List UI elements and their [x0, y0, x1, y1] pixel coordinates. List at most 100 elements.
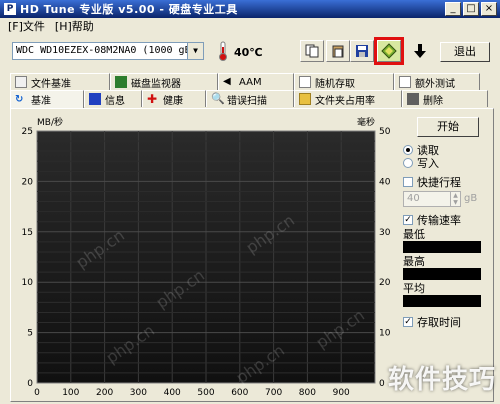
drive-select[interactable]: WDC WD10EZEX-08M2NA0 (1000 gB) ▼ [12, 42, 204, 60]
menu-bar: [F]文件 [H]帮助 [0, 18, 500, 34]
access-time-label: 存取时间 [417, 315, 461, 329]
tab-extra-tests[interactable]: 额外测试 [394, 73, 480, 90]
app-icon: P [4, 3, 16, 15]
copy-icon [305, 44, 319, 58]
download-icon [414, 44, 426, 58]
x-axis-tick: 200 [96, 388, 113, 398]
maximize-button[interactable]: □ [463, 2, 479, 16]
random-access-icon [299, 76, 311, 88]
speaker-icon: ◀ [223, 76, 231, 87]
x-axis-tick: 0 [34, 388, 40, 398]
tab-folder-usage[interactable]: 文件夹占用率 [294, 90, 402, 107]
tab-label: 删除 [423, 95, 443, 107]
left-axis-tick: 20 [22, 177, 34, 187]
paste-icon [332, 45, 344, 58]
tab-benchmark[interactable]: ↻ 基准 [10, 90, 84, 108]
window-title: HD Tune 专业版 v5.00 - 硬盘专业工具 [20, 3, 238, 16]
x-axis-tick: 900 [333, 388, 350, 398]
left-axis-tick: 10 [22, 278, 34, 288]
short-stroke-spinner[interactable]: 40 ▲ ▼ [403, 191, 461, 207]
short-stroke-label: 快捷行程 [417, 175, 461, 189]
tab-error-scan[interactable]: 🔍 错误扫描 [206, 90, 294, 107]
tab-label: 文件夹占用率 [315, 95, 375, 107]
drive-select-value: WDC WD10EZEX-08M2NA0 (1000 gB) [16, 45, 197, 56]
close-button[interactable]: × [481, 2, 497, 16]
chevron-down-icon[interactable]: ▼ [187, 43, 203, 59]
x-axis-tick: 400 [164, 388, 181, 398]
x-axis-tick: 300 [130, 388, 147, 398]
tab-label: 额外测试 [415, 78, 455, 90]
download-button[interactable] [408, 40, 432, 62]
start-button[interactable]: 开始 [417, 117, 479, 137]
access-time-checkbox[interactable]: ✓ [403, 316, 413, 327]
x-axis-tick: 600 [231, 388, 248, 398]
short-stroke-option[interactable]: 快捷行程 [403, 175, 493, 189]
exit-button[interactable]: 退出 [440, 42, 490, 62]
benchmark-chart: MB/秒 毫秒 2520151050 50403020100 0 100 200 30… [22, 116, 391, 398]
copy-button[interactable] [300, 40, 324, 62]
tab-label: 随机存取 [315, 78, 355, 90]
toolbar: WDC WD10EZEX-08M2NA0 (1000 gB) ▼ 40℃ 退出 [0, 36, 500, 66]
right-axis-tick: 40 [379, 177, 391, 187]
benchmark-icon: ↻ [15, 93, 24, 105]
menu-file[interactable]: [F]文件 [8, 18, 45, 34]
left-axis-tick: 5 [27, 329, 33, 339]
menu-help[interactable]: [H]帮助 [55, 18, 94, 34]
x-axis-tick: 700 [265, 388, 282, 398]
transfer-rate-checkbox[interactable]: ✓ [403, 214, 413, 225]
disk-monitor-icon [115, 76, 127, 88]
screenshot-icon [381, 43, 397, 59]
screenshot-button[interactable] [374, 37, 404, 65]
site-watermark: 软件技巧 [387, 365, 496, 395]
left-axis-unit: MB/秒 [37, 116, 63, 128]
write-label: 写入 [417, 156, 439, 170]
tab-label: 健康 [163, 95, 183, 107]
short-stroke-value: 40 [407, 193, 420, 204]
avg-value [403, 295, 481, 307]
tab-random-access[interactable]: 随机存取 [294, 73, 394, 90]
x-axis-tick: 500 [197, 388, 214, 398]
tab-label: 基准 [31, 96, 51, 107]
right-axis-tick: 20 [379, 278, 391, 288]
tab-label: 文件基准 [31, 78, 71, 90]
right-axis-tick: 10 [379, 329, 391, 339]
paste-button[interactable] [326, 40, 350, 62]
temperature-value: 40℃ [234, 46, 263, 59]
transfer-rate-label: 传输速率 [417, 213, 461, 227]
tab-health[interactable]: ✚ 健康 [142, 90, 206, 107]
left-axis-tick: 0 [27, 379, 33, 389]
side-controls: 开始 读取 写入 快捷行程 40 ▲ ▼ gB ✓ 传输速率 最低 最高 平均 … [399, 117, 493, 329]
tab-label: 磁盘监视器 [131, 78, 181, 90]
tab-label: AAM [239, 76, 262, 88]
min-value [403, 241, 481, 253]
erase-icon [407, 93, 419, 105]
info-icon [89, 93, 101, 105]
save-icon [356, 45, 368, 57]
short-stroke-checkbox[interactable] [403, 176, 413, 187]
spinner-arrows-icon[interactable]: ▲ ▼ [450, 192, 460, 206]
folder-usage-icon [299, 93, 311, 105]
right-axis-ticks: 50 40 30 20 10 0 [379, 127, 391, 389]
left-axis-tick: 15 [22, 228, 33, 238]
x-axis-tick: 100 [62, 388, 79, 398]
right-axis-tick: 0 [379, 379, 385, 389]
write-option[interactable]: 写入 [403, 156, 493, 170]
write-radio[interactable] [403, 157, 413, 168]
transfer-rate-option[interactable]: ✓ 传输速率 [403, 213, 493, 227]
error-scan-icon: 🔍 [211, 92, 225, 105]
max-value [403, 268, 481, 280]
left-axis-ticks: 25 20 15 10 5 0 [22, 127, 34, 389]
benchmark-panel: MB/秒 毫秒 25 20 15 10 5 0 50 40 30 20 10 0 0 100 200 30… [10, 108, 494, 402]
health-icon: ✚ [147, 92, 158, 106]
tab-aam[interactable]: ◀ AAM [218, 73, 294, 90]
tab-disk-monitor[interactable]: 磁盘监视器 [110, 73, 218, 90]
read-radio[interactable] [403, 144, 413, 155]
thermometer-icon [219, 41, 227, 61]
tab-file-benchmark[interactable]: 文件基准 [10, 73, 110, 90]
tab-erase[interactable]: 删除 [402, 90, 488, 107]
tab-info[interactable]: 信息 [84, 90, 142, 107]
save-button[interactable] [350, 40, 374, 62]
x-axis-tick: 800 [299, 388, 316, 398]
access-time-option[interactable]: ✓ 存取时间 [403, 315, 493, 329]
minimize-button[interactable]: _ [445, 2, 461, 16]
